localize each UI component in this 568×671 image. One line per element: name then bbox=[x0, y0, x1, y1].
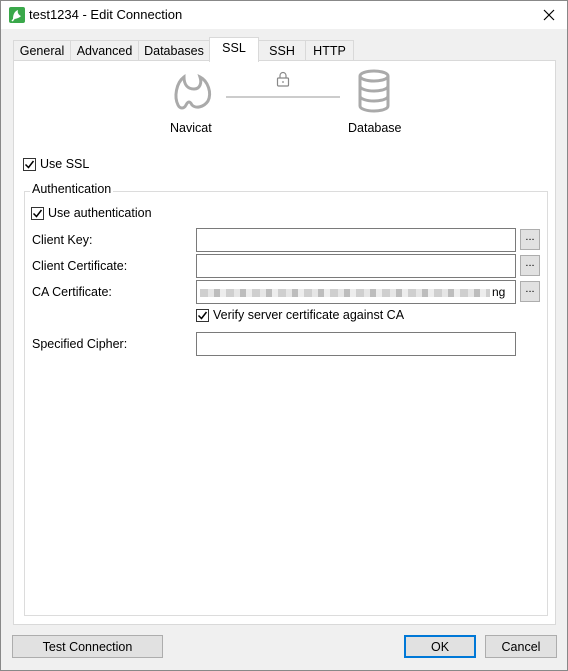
ca-certificate-label: CA Certificate: bbox=[32, 285, 112, 299]
client-certificate-browse-button[interactable]: ... bbox=[520, 255, 540, 276]
verify-server-certificate-label: Verify server certificate against CA bbox=[213, 308, 405, 322]
cancel-button[interactable]: Cancel bbox=[485, 635, 557, 658]
tab-label: Advanced bbox=[76, 44, 133, 58]
database-icon bbox=[357, 69, 391, 116]
window-title: test1234 - Edit Connection bbox=[29, 7, 183, 22]
authentication-group-title: Authentication bbox=[30, 182, 114, 196]
client-certificate-input[interactable] bbox=[196, 254, 516, 278]
use-authentication-checkbox[interactable]: Use authentication bbox=[31, 206, 152, 220]
client-key-input[interactable] bbox=[196, 228, 516, 252]
ok-button[interactable]: OK bbox=[404, 635, 476, 658]
use-ssl-label: Use SSL bbox=[40, 157, 90, 171]
ssl-tab-page: Navicat Database Use SSL Authentication … bbox=[13, 60, 556, 625]
tab-label: SSL bbox=[222, 41, 246, 55]
ca-certificate-value: ng bbox=[492, 285, 506, 299]
specified-cipher-label: Specified Cipher: bbox=[32, 337, 128, 351]
close-icon[interactable] bbox=[539, 5, 559, 25]
tab-ssh[interactable]: SSH bbox=[258, 40, 306, 61]
checkbox-box[interactable] bbox=[31, 206, 44, 220]
connection-line bbox=[226, 96, 340, 98]
checkbox-box[interactable] bbox=[23, 157, 36, 171]
test-connection-button[interactable]: Test Connection bbox=[12, 635, 163, 658]
tab-databases[interactable]: Databases bbox=[138, 40, 210, 61]
client-certificate-label: Client Certificate: bbox=[32, 259, 128, 273]
redacted-path bbox=[200, 288, 490, 297]
database-label: Database bbox=[348, 121, 402, 135]
ca-certificate-input[interactable]: ng bbox=[196, 280, 516, 304]
use-ssl-checkbox[interactable]: Use SSL bbox=[23, 157, 89, 171]
title-bar: test1234 - Edit Connection bbox=[1, 1, 567, 29]
edit-connection-dialog: test1234 - Edit Connection General Advan… bbox=[0, 0, 568, 671]
lock-icon bbox=[276, 71, 290, 90]
tab-http[interactable]: HTTP bbox=[305, 40, 354, 61]
tab-general[interactable]: General bbox=[13, 40, 71, 61]
tab-ssl[interactable]: SSL bbox=[209, 37, 259, 62]
client-key-browse-button[interactable]: ... bbox=[520, 229, 540, 250]
tab-label: HTTP bbox=[313, 44, 346, 58]
navicat-label: Navicat bbox=[170, 121, 212, 135]
use-authentication-label: Use authentication bbox=[48, 206, 152, 220]
client-key-label: Client Key: bbox=[32, 233, 93, 247]
tab-label: SSH bbox=[269, 44, 295, 58]
tab-label: General bbox=[19, 44, 65, 58]
tab-advanced[interactable]: Advanced bbox=[70, 40, 139, 61]
specified-cipher-input[interactable] bbox=[196, 332, 516, 356]
navicat-logo-icon bbox=[170, 69, 214, 116]
navicat-app-icon bbox=[9, 7, 25, 23]
tab-label: Databases bbox=[144, 44, 204, 58]
checkbox-box[interactable] bbox=[196, 308, 209, 322]
ca-certificate-browse-button[interactable]: ... bbox=[520, 281, 540, 302]
verify-server-certificate-checkbox[interactable]: Verify server certificate against CA bbox=[196, 308, 404, 322]
